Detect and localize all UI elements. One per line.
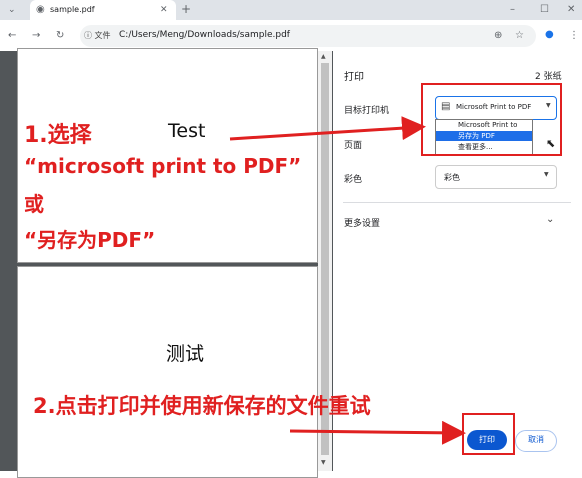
arrow-to-print-button bbox=[289, 420, 466, 445]
arrow-to-destination bbox=[229, 116, 426, 141]
step1-line4: “另存为PDF” bbox=[24, 228, 156, 252]
step1-line2: “microsoft print to PDF” bbox=[24, 154, 302, 178]
step1-line3: 或 bbox=[24, 192, 44, 216]
step1-line1: 1.选择 bbox=[24, 123, 92, 148]
step2-instruction: 2.点击打印并使用新保存的文件重试 bbox=[33, 394, 371, 418]
